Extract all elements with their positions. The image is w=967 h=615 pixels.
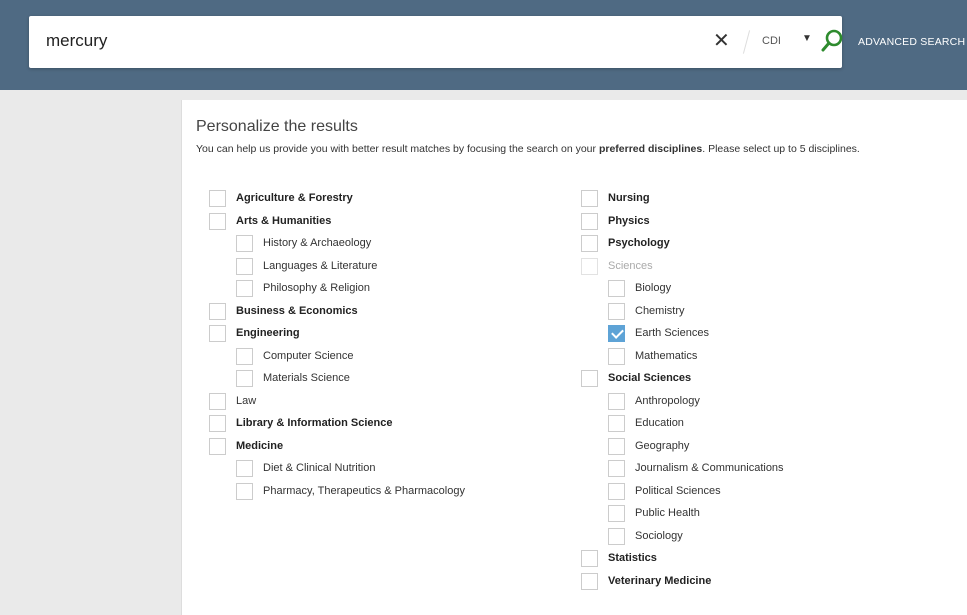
disciplines-column-right: Nursing Physics Psychology Sciences Biology C… [581, 190, 784, 596]
discipline-item[interactable]: Arts & Humanities [209, 212, 331, 236]
discipline-item[interactable]: Engineering [209, 325, 300, 348]
discipline-item[interactable]: Law [209, 392, 256, 416]
discipline-item[interactable]: Statistics [581, 550, 657, 573]
desc-text: You can help us provide you with better … [196, 143, 599, 155]
discipline-label: Journalism & Communications [635, 462, 784, 474]
checkbox[interactable] [209, 190, 226, 207]
discipline-label: Arts & Humanities [236, 214, 332, 227]
checkbox[interactable] [608, 482, 625, 500]
panel-description: You can help us provide you with better … [196, 142, 946, 156]
discipline-label: Agriculture & Forestry [236, 192, 353, 204]
discipline-item[interactable]: Physics [581, 212, 650, 236]
checkbox[interactable] [608, 415, 625, 432]
discipline-item[interactable]: Sciences [581, 257, 653, 281]
checkbox[interactable] [608, 325, 625, 342]
checkbox[interactable] [581, 190, 598, 207]
checkbox[interactable] [608, 392, 625, 410]
discipline-label: Education [635, 417, 684, 429]
discipline-label: Philosophy & Religion [263, 282, 371, 294]
personalize-panel: Personalize the results You can help us … [181, 100, 967, 615]
discipline-item[interactable]: Psychology [581, 235, 670, 258]
discipline-item[interactable]: Library & Information Science [209, 415, 392, 438]
checkbox[interactable] [581, 257, 598, 275]
caret-down-icon[interactable]: ▼ [802, 33, 812, 44]
checkbox[interactable] [236, 347, 253, 365]
discipline-label: Business & Economics [236, 304, 358, 317]
discipline-label: Diet & Clinical Nutrition [263, 462, 376, 474]
discipline-label: Library & Information Science [236, 417, 393, 429]
discipline-label: Statistics [608, 552, 657, 564]
discipline-label: Psychology [608, 237, 670, 249]
checkbox[interactable] [209, 302, 226, 320]
discipline-label: Anthropology [635, 394, 700, 407]
desc-bold-text: preferred disciplines [598, 143, 703, 155]
checkbox[interactable] [608, 302, 625, 320]
disciplines-column-left: Agriculture & Forestry Arts & Humanities H… [209, 190, 465, 505]
checkbox[interactable] [209, 437, 226, 455]
discipline-label: Medicine [236, 439, 284, 452]
checkbox[interactable] [581, 212, 598, 230]
discipline-item[interactable]: Agriculture & Forestry [209, 190, 353, 213]
search-input[interactable]: mercury [46, 31, 107, 51]
discipline-label: Engineering [236, 327, 300, 339]
close-icon[interactable]: ✕ [713, 30, 730, 52]
divider [742, 30, 751, 54]
discipline-label: Social Sciences [608, 372, 692, 384]
discipline-label: Materials Science [263, 372, 350, 384]
discipline-label: Nursing [608, 192, 650, 204]
top-search-bar: mercury ✕ CDI ▼ ADVANCED SEARCH [0, 0, 967, 90]
discipline-label: Earth Sciences [635, 327, 709, 339]
discipline-label: Sociology [635, 529, 683, 542]
checkbox[interactable] [236, 257, 253, 275]
discipline-label: Public Health [635, 507, 700, 519]
advanced-search-link[interactable]: ADVANCED SEARCH [858, 36, 965, 48]
discipline-label: Geography [635, 439, 690, 452]
discipline-label: Physics [608, 214, 650, 227]
discipline-label: Pharmacy, Therapeutics & Pharmacology [263, 484, 465, 497]
discipline-item[interactable]: Business & Economics [209, 302, 358, 326]
discipline-label: Biology [635, 282, 672, 294]
checkbox[interactable] [581, 550, 598, 567]
checkbox[interactable] [236, 370, 253, 387]
discipline-label: Computer Science [263, 349, 354, 362]
checkbox[interactable] [236, 235, 253, 252]
discipline-item[interactable]: Medicine [209, 437, 283, 461]
checkbox[interactable] [608, 505, 625, 522]
checkbox[interactable] [209, 212, 226, 230]
checkbox[interactable] [581, 235, 598, 252]
checkbox[interactable] [209, 325, 226, 342]
search-icon[interactable] [819, 28, 845, 54]
checkbox[interactable] [209, 392, 226, 410]
discipline-item[interactable]: Social Sciences [581, 370, 691, 393]
checkbox[interactable] [608, 460, 625, 477]
panel-title: Personalize the results [196, 118, 358, 135]
discipline-label: Political Sciences [635, 484, 721, 497]
search-box: mercury ✕ CDI ▼ [29, 16, 845, 68]
checkbox[interactable] [581, 370, 598, 387]
discipline-item[interactable]: Nursing [581, 190, 650, 213]
discipline-label: Languages & Literature [263, 259, 378, 272]
checkbox[interactable] [236, 460, 253, 477]
checkbox[interactable] [581, 572, 598, 590]
checkbox[interactable] [236, 280, 253, 297]
checkbox[interactable] [608, 527, 625, 545]
checkbox[interactable] [209, 415, 226, 432]
discipline-label: Law [236, 394, 257, 407]
scope-select[interactable]: CDI [762, 35, 781, 47]
discipline-item[interactable]: Veterinary Medicine [581, 572, 711, 596]
discipline-label: Sciences [608, 259, 653, 272]
checkbox[interactable] [608, 347, 625, 365]
checkbox[interactable] [236, 482, 253, 500]
desc-text-end: . Please select up to 5 disciplines. [702, 143, 860, 155]
discipline-label: Veterinary Medicine [608, 574, 712, 587]
checkbox[interactable] [608, 437, 625, 455]
discipline-label: History & Archaeology [263, 237, 372, 249]
discipline-label: Chemistry [635, 304, 685, 317]
checkbox[interactable] [608, 280, 625, 297]
discipline-label: Mathematics [635, 349, 698, 362]
